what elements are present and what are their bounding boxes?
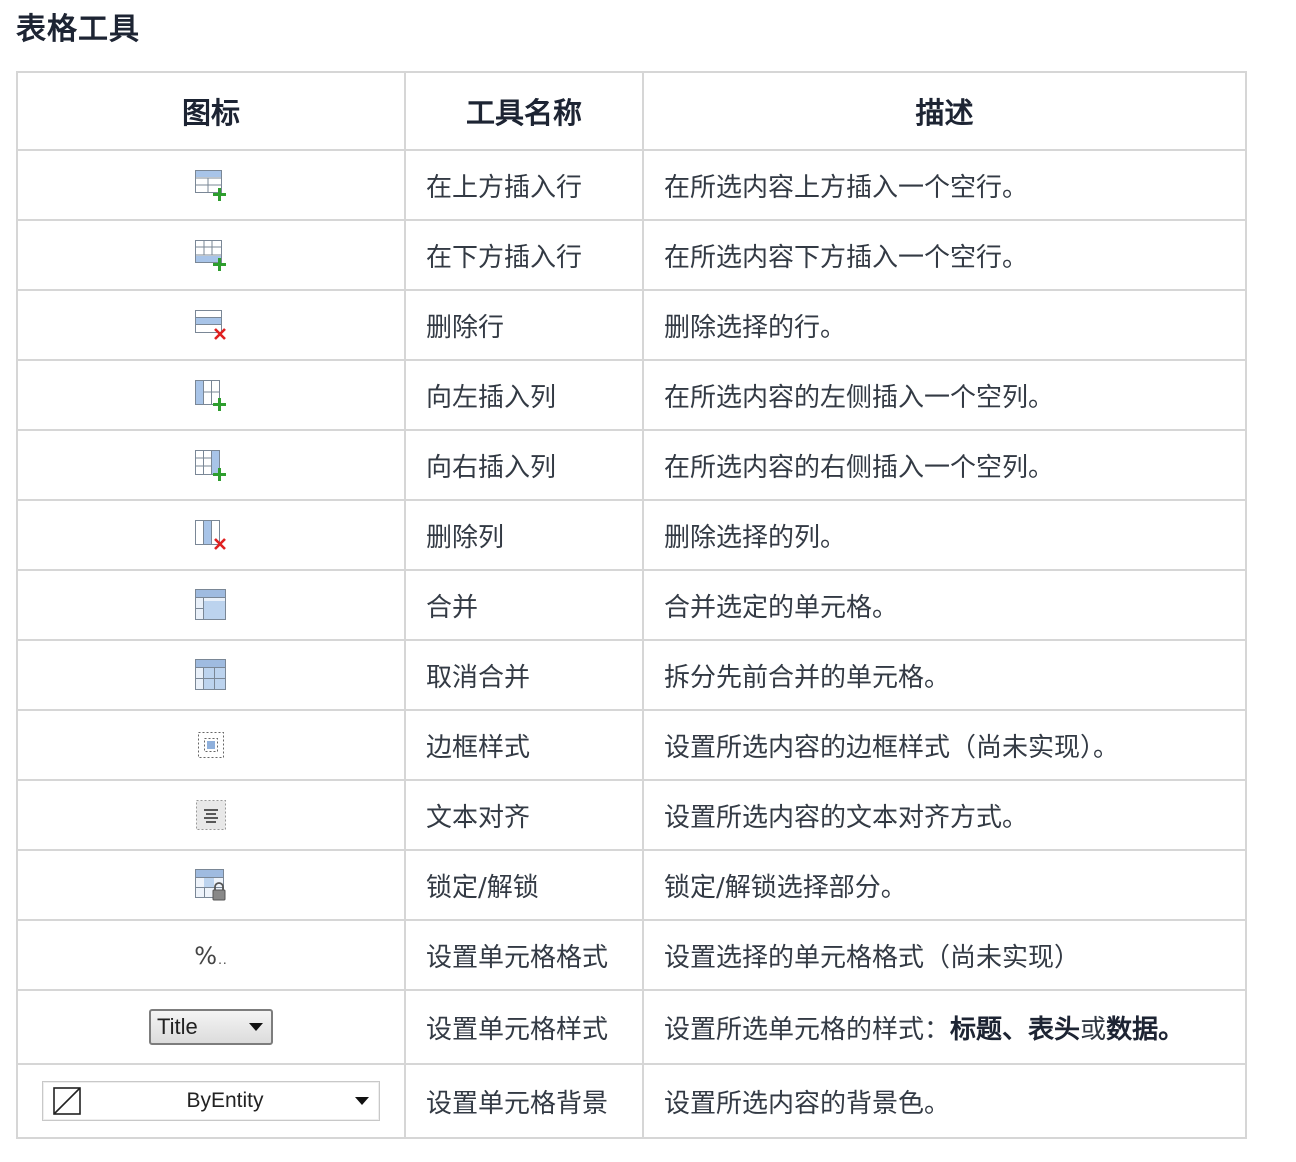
tool-name: 锁定/解锁 [404,849,644,921]
table-row: 文本对齐 设置所选内容的文本对齐方式。 [16,779,1247,851]
cell-background-dropdown-value: ByEntity [186,1089,264,1112]
tool-name: 文本对齐 [404,779,644,851]
table-row: 锁定/解锁 锁定/解锁选择部分。 [16,849,1247,921]
tool-description: 设置所选内容的文本对齐方式。 [642,779,1247,851]
tool-description: 删除选择的行。 [642,289,1247,361]
tool-description: 合并选定的单元格。 [642,569,1247,641]
table-header-row: 图标 工具名称 描述 [16,71,1247,151]
tool-name: 向左插入列 [404,359,644,431]
tool-name: 删除行 [404,289,644,361]
insert-column-right-icon[interactable] [194,449,228,481]
tool-name: 边框样式 [404,709,644,781]
table-row: 删除列 删除选择的列。 [16,499,1247,571]
merge-cells-icon[interactable] [194,588,228,622]
tool-description: 设置选择的单元格格式（尚未实现） [642,919,1247,991]
tool-name: 在下方插入行 [404,219,644,291]
table-tools: 图标 工具名称 描述 在上方插入行 在所选内容上方插入一个空行。 在下方插入行 … [16,71,1247,1139]
tool-description: 设置所选单元格的样式：标题、表头或数据。 [642,989,1247,1065]
tool-description: 设置所选内容的背景色。 [642,1063,1247,1139]
chevron-down-icon [249,1023,263,1031]
tool-description: 在所选内容下方插入一个空行。 [642,219,1247,291]
tool-description: 设置所选内容的边框样式（尚未实现）。 [642,709,1247,781]
tool-name: 在上方插入行 [404,149,644,221]
tool-name: 向右插入列 [404,429,644,501]
insert-row-below-icon[interactable] [194,239,228,271]
table-row: 向左插入列 在所选内容的左侧插入一个空列。 [16,359,1247,431]
table-row: 在上方插入行 在所选内容上方插入一个空行。 [16,149,1247,221]
table-row: 向右插入列 在所选内容的右侧插入一个空列。 [16,429,1247,501]
delete-row-icon[interactable] [194,309,228,341]
tool-name: 设置单元格样式 [404,989,644,1065]
text-align-icon[interactable] [195,799,227,831]
cell-style-dropdown-value: Title [157,1014,198,1039]
cell-style-dropdown[interactable]: Title [149,1009,273,1045]
table-row: 边框样式 设置所选内容的边框样式（尚未实现）。 [16,709,1247,781]
tool-description: 在所选内容的右侧插入一个空列。 [642,429,1247,501]
tool-name: 设置单元格格式 [404,919,644,991]
tool-description: 锁定/解锁选择部分。 [642,849,1247,921]
table-row: 合并 合并选定的单元格。 [16,569,1247,641]
header-tool-name: 工具名称 [404,71,644,151]
insert-row-above-icon[interactable] [194,169,228,201]
page-title: 表格工具 [16,12,140,47]
tool-description: 拆分先前合并的单元格。 [642,639,1247,711]
tool-name: 设置单元格背景 [404,1063,644,1139]
delete-column-icon[interactable] [194,519,228,551]
tool-name: 取消合并 [404,639,644,711]
table-row: %.. 设置单元格格式 设置选择的单元格格式（尚未实现） [16,919,1247,991]
border-style-icon[interactable] [195,729,227,761]
cell-background-dropdown[interactable]: ByEntity [42,1081,380,1121]
header-description: 描述 [642,71,1247,151]
lock-unlock-icon[interactable] [194,868,228,902]
no-fill-swatch-icon [53,1087,81,1115]
unmerge-cells-icon[interactable] [194,658,228,692]
tool-description: 删除选择的列。 [642,499,1247,571]
tool-description: 在所选内容的左侧插入一个空列。 [642,359,1247,431]
percent-format-icon[interactable]: %.. [194,942,227,970]
tool-description: 在所选内容上方插入一个空行。 [642,149,1247,221]
tool-name: 合并 [404,569,644,641]
insert-column-left-icon[interactable] [194,379,228,411]
tool-name: 删除列 [404,499,644,571]
header-icon: 图标 [16,71,406,151]
table-row: ByEntity 设置单元格背景 设置所选内容的背景色。 [16,1063,1247,1139]
table-row: 删除行 删除选择的行。 [16,289,1247,361]
table-row: 在下方插入行 在所选内容下方插入一个空行。 [16,219,1247,291]
table-row: 取消合并 拆分先前合并的单元格。 [16,639,1247,711]
table-row: Title 设置单元格样式 设置所选单元格的样式：标题、表头或数据。 [16,989,1247,1065]
chevron-down-icon [355,1097,369,1105]
